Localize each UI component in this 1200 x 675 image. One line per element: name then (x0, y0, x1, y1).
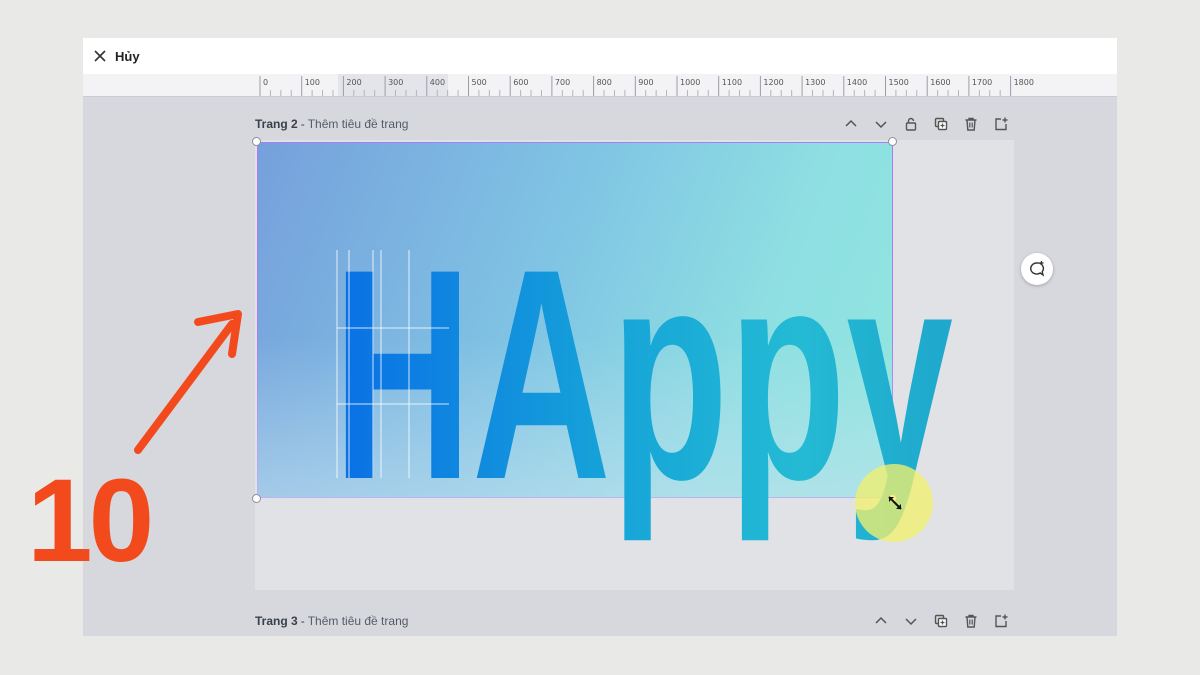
lock-icon (905, 117, 917, 131)
horizontal-ruler[interactable]: 0 100 200 300 400 500 600 700 800 900 1000 1100 1200… (83, 74, 1117, 97)
add-page-button[interactable] (991, 611, 1011, 631)
delete-page-button[interactable] (961, 611, 981, 631)
duplicate-page-button[interactable] (931, 611, 951, 631)
duplicate-icon (934, 614, 948, 628)
ruler-label: 1600 (930, 78, 950, 87)
comment-plus-icon (1030, 261, 1045, 277)
ruler-label: 1400 (847, 78, 867, 87)
trash-icon (965, 117, 977, 131)
ruler-label: 1300 (805, 78, 825, 87)
move-page-up-button[interactable] (841, 114, 861, 134)
cancel-button[interactable]: Hủy (93, 45, 140, 67)
cancel-label: Hủy (115, 48, 140, 64)
ruler-label: 1700 (972, 78, 992, 87)
close-icon (94, 50, 106, 62)
ruler-label: 200 (346, 78, 361, 87)
chevron-up-icon (845, 119, 857, 127)
duplicate-page-button[interactable] (931, 114, 951, 134)
diagonal-resize-cursor-icon (888, 496, 902, 510)
page-tools-3 (871, 611, 1011, 631)
trash-icon (965, 614, 977, 628)
move-page-down-button[interactable] (901, 611, 921, 631)
chevron-down-icon (905, 618, 917, 626)
page-header-separator: - (300, 614, 305, 628)
step-number: 10 (27, 455, 154, 587)
ruler-label: 1100 (722, 78, 742, 87)
page-title-input[interactable]: Thêm tiêu đề trang (308, 117, 409, 131)
ruler-label: 0 (263, 78, 268, 87)
page-header-2: Trang 2 - Thêm tiêu đề trang (255, 114, 408, 134)
ruler-ticks: 0 100 200 300 400 500 600 700 800 900 1000 1100 1200… (259, 76, 1034, 96)
move-page-up-button[interactable] (871, 611, 891, 631)
add-comment-button[interactable] (1021, 253, 1053, 285)
annotation-arrow-icon (134, 310, 242, 454)
top-bar: Hủy (83, 38, 1117, 74)
ruler-label: 300 (388, 78, 403, 87)
ruler-label: 1800 (1014, 78, 1034, 87)
ruler-label: 600 (513, 78, 528, 87)
page-header-separator: - (300, 117, 305, 131)
move-page-down-button[interactable] (871, 114, 891, 134)
page-number: Trang 3 (255, 614, 298, 628)
page-number: Trang 2 (255, 117, 298, 131)
chevron-down-icon (875, 121, 887, 129)
delete-page-button[interactable] (961, 114, 981, 134)
ruler-label: 800 (597, 78, 612, 87)
selection-fade (257, 142, 893, 498)
ruler-label: 100 (305, 78, 320, 87)
ruler-label: 700 (555, 78, 570, 87)
resize-handle-bottom-left[interactable] (252, 494, 261, 503)
ruler-label: 1200 (763, 78, 783, 87)
add-page-button[interactable] (991, 114, 1011, 134)
duplicate-icon (934, 117, 948, 131)
resize-handle-top-left[interactable] (252, 137, 261, 146)
ruler-label: 400 (430, 78, 445, 87)
add-page-icon (995, 614, 1008, 628)
resize-handle-top-right[interactable] (888, 137, 897, 146)
ruler-label: 1000 (680, 78, 700, 87)
ruler-label: 500 (472, 78, 487, 87)
ruler-label: 1500 (889, 78, 909, 87)
page-title-input[interactable]: Thêm tiêu đề trang (308, 614, 409, 628)
page-header-3: Trang 3 - Thêm tiêu đề trang (255, 611, 408, 631)
lock-page-button[interactable] (901, 114, 921, 134)
chevron-up-icon (875, 616, 887, 624)
ruler-label: 900 (638, 78, 653, 87)
page-tools-2 (841, 114, 1011, 134)
add-page-icon (995, 117, 1008, 131)
